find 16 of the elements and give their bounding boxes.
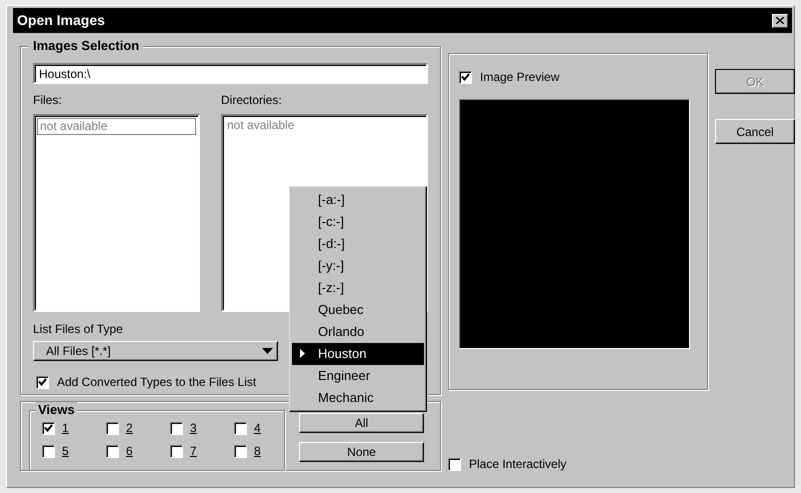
view-label: 5 xyxy=(62,443,69,460)
view-label: 4 xyxy=(254,420,261,437)
view-label: 8 xyxy=(254,443,261,460)
window-title: Open Images xyxy=(17,11,105,30)
group-title: Images Selection xyxy=(29,38,144,54)
directories-label: Directories: xyxy=(221,92,283,109)
view-label: 6 xyxy=(126,443,133,460)
file-type-label: List Files of Type xyxy=(33,322,123,336)
view-label: 7 xyxy=(190,443,197,460)
checkbox-label: Add Converted Types to the Files List xyxy=(57,374,256,391)
view-label: 2 xyxy=(126,420,133,437)
files-label: Files: xyxy=(33,92,63,109)
view-label: 1 xyxy=(62,420,69,437)
view-label: 3 xyxy=(190,420,197,437)
checkbox-label: Place Interactively xyxy=(469,456,566,473)
checkbox-label: Image Preview xyxy=(480,69,560,86)
